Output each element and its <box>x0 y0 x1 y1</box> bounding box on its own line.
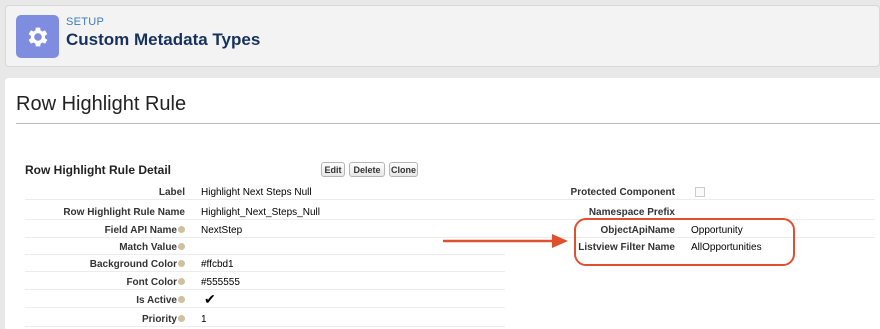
help-icon[interactable] <box>178 296 185 303</box>
field-label: Background Color <box>90 259 185 270</box>
field-row-name: Row Highlight Rule Name Highlight_Next_S… <box>25 202 505 220</box>
help-icon[interactable] <box>178 315 185 322</box>
field-value: 1 <box>201 314 207 325</box>
main-panel: Row Highlight Rule Row Highlight Rule De… <box>5 78 880 329</box>
help-icon[interactable] <box>178 226 185 233</box>
detail-section-title: Row Highlight Rule Detail <box>25 163 171 177</box>
field-label: Is Active <box>136 295 185 306</box>
field-label: Field API Name <box>105 225 185 236</box>
field-label: Match Value <box>119 242 185 253</box>
field-row-match-value: Match Value <box>25 237 505 255</box>
help-icon[interactable] <box>178 260 185 267</box>
field-value: Highlight Next Steps Null <box>201 187 312 198</box>
clone-button[interactable]: Clone <box>389 162 418 177</box>
field-row-is-active: Is Active ✔ <box>25 290 505 308</box>
field-label: Row Highlight Rule Name <box>63 207 185 218</box>
field-row-priority: Priority 1 <box>25 309 505 327</box>
delete-button[interactable]: Delete <box>349 162 385 177</box>
field-row-font-color: Font Color #555555 <box>25 272 505 290</box>
field-label: Namespace Prefix <box>588 207 675 218</box>
field-value: Highlight_Next_Steps_Null <box>201 207 320 218</box>
help-icon[interactable] <box>178 278 185 285</box>
checkmark-icon: ✔ <box>204 291 216 307</box>
field-label: Priority <box>142 314 185 325</box>
protected-checkbox <box>695 187 705 197</box>
annotation-highlight-box <box>574 218 795 266</box>
field-label: Label <box>158 187 185 198</box>
breadcrumb[interactable]: SETUP <box>66 16 104 28</box>
field-row-protected-component: Protected Component <box>505 182 875 200</box>
record-title: Row Highlight Rule <box>16 93 187 115</box>
field-row-background-color: Background Color #ffcbd1 <box>25 254 505 272</box>
field-row-field-api-name: Field API Name NextStep <box>25 220 505 238</box>
gear-icon <box>16 15 59 58</box>
help-icon[interactable] <box>178 243 185 250</box>
field-label: Protected Component <box>570 187 675 198</box>
field-value: #555555 <box>201 277 240 288</box>
field-label: Font Color <box>126 277 185 288</box>
page-title: Custom Metadata Types <box>66 30 261 49</box>
field-value: NextStep <box>201 225 243 236</box>
field-row-label: Label Highlight Next Steps Null <box>25 182 505 200</box>
edit-button[interactable]: Edit <box>321 162 345 177</box>
field-value: #ffcbd1 <box>201 259 234 270</box>
title-divider <box>16 123 880 124</box>
page-header: SETUP Custom Metadata Types <box>5 5 880 67</box>
